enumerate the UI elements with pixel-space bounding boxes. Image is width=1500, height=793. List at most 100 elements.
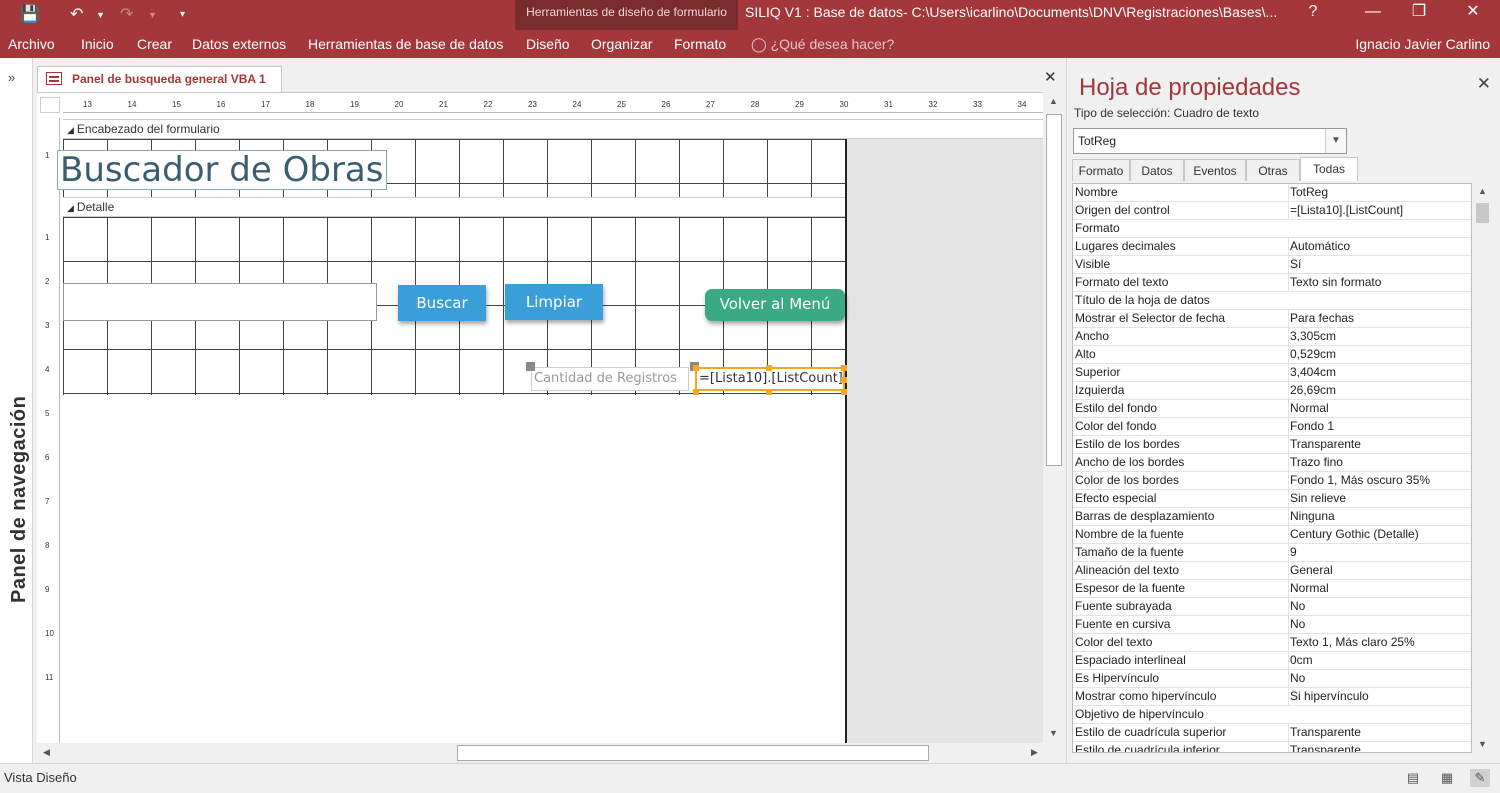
vertical-ruler[interactable]: 1 1 2 3 4 5 6 7 8 9 10 11: [40, 118, 60, 743]
property-grid-scrollbar[interactable]: ▲ ▼: [1474, 183, 1491, 753]
scroll-down-icon[interactable]: ▼: [1478, 739, 1487, 749]
search-textbox[interactable]: [63, 283, 377, 321]
object-selector[interactable]: TotReg ▼: [1073, 128, 1347, 154]
property-row[interactable]: Lugares decimales Automático: [1073, 238, 1471, 256]
property-value[interactable]: 26,69cm: [1288, 382, 1471, 399]
tab-formato-props[interactable]: Formato: [1072, 159, 1130, 181]
property-value[interactable]: No: [1288, 670, 1471, 687]
property-row[interactable]: Formato: [1073, 220, 1471, 238]
redo-dropdown-icon[interactable]: ▼: [148, 0, 157, 30]
form-design-canvas[interactable]: 13 14 15 16 17 18 19 20 21 22 23 24 25 26 27 28 29 30 31 32…: [37, 92, 1043, 743]
close-document-icon[interactable]: ✕: [1044, 68, 1057, 86]
property-value[interactable]: Fondo 1, Más oscuro 35%: [1288, 472, 1471, 489]
tab-formato[interactable]: Formato: [674, 30, 726, 58]
tab-inicio[interactable]: Inicio: [81, 30, 114, 58]
property-value[interactable]: Transparente: [1288, 742, 1471, 752]
save-icon[interactable]: 💾: [20, 0, 40, 30]
tab-diseno[interactable]: Diseño: [526, 30, 570, 58]
resize-handle[interactable]: [841, 389, 847, 395]
layout-view-icon[interactable]: ▦: [1437, 769, 1457, 787]
tab-organizar[interactable]: Organizar: [591, 30, 652, 58]
property-row[interactable]: Alineación del texto General: [1073, 562, 1471, 580]
property-value[interactable]: TotReg: [1288, 184, 1471, 201]
property-value[interactable]: 3,404cm: [1288, 364, 1471, 381]
search-button[interactable]: Buscar: [398, 285, 486, 321]
property-row[interactable]: Objetivo de hipervínculo: [1073, 706, 1471, 724]
close-icon[interactable]: ✕: [1450, 0, 1496, 24]
design-view-icon[interactable]: ✎: [1470, 769, 1490, 787]
property-row[interactable]: Título de la hoja de datos: [1073, 292, 1471, 310]
property-row[interactable]: Estilo de los bordes Transparente: [1073, 436, 1471, 454]
property-value[interactable]: Transparente: [1288, 724, 1471, 741]
tab-eventos[interactable]: Eventos: [1184, 159, 1246, 181]
property-value[interactable]: Automático: [1288, 238, 1471, 255]
property-row[interactable]: Visible Sí: [1073, 256, 1471, 274]
property-value[interactable]: 9: [1288, 544, 1471, 561]
property-value[interactable]: Transparente: [1288, 436, 1471, 453]
form-right-edge[interactable]: [845, 139, 847, 743]
form-selector[interactable]: [40, 97, 60, 113]
property-value[interactable]: No: [1288, 598, 1471, 615]
property-value[interactable]: No: [1288, 616, 1471, 633]
restore-icon[interactable]: ❐: [1396, 0, 1442, 24]
scroll-thumb[interactable]: [1476, 203, 1489, 223]
property-value[interactable]: Para fechas: [1288, 310, 1471, 327]
property-value[interactable]: Normal: [1288, 580, 1471, 597]
property-row[interactable]: Color del fondo Fondo 1: [1073, 418, 1471, 436]
property-value[interactable]: 3,305cm: [1288, 328, 1471, 345]
property-value[interactable]: Texto sin formato: [1288, 274, 1471, 291]
form-view-icon[interactable]: ▤: [1403, 769, 1423, 787]
property-row[interactable]: Tamaño de la fuente 9: [1073, 544, 1471, 562]
property-row[interactable]: Color del texto Texto 1, Más claro 25%: [1073, 634, 1471, 652]
resize-handle[interactable]: [693, 389, 699, 395]
property-value[interactable]: 0,529cm: [1288, 346, 1471, 363]
resize-handle[interactable]: [841, 365, 847, 371]
tab-herramientas-bd[interactable]: Herramientas de base de datos: [308, 30, 503, 58]
property-value[interactable]: General: [1288, 562, 1471, 579]
property-value[interactable]: Si hipervínculo: [1288, 688, 1471, 705]
tab-datos[interactable]: Datos: [1130, 159, 1184, 181]
tab-datos-externos[interactable]: Datos externos: [192, 30, 286, 58]
property-row[interactable]: Superior 3,404cm: [1073, 364, 1471, 382]
scroll-thumb[interactable]: [1046, 114, 1062, 466]
user-name[interactable]: Ignacio Javier Carlino: [1355, 30, 1490, 58]
property-row[interactable]: Es Hipervínculo No: [1073, 670, 1471, 688]
property-value[interactable]: Texto 1, Más claro 25%: [1288, 634, 1471, 651]
scroll-up-icon[interactable]: ▲: [1478, 186, 1487, 196]
record-count-label[interactable]: Cantidad de Registros: [531, 367, 689, 391]
nav-pane-title[interactable]: Panel de navegación: [8, 396, 31, 603]
tell-me-search[interactable]: ◯ ¿Qué desea hacer?: [751, 30, 894, 58]
clear-button[interactable]: Limpiar: [505, 284, 603, 320]
property-row[interactable]: Estilo del fondo Normal: [1073, 400, 1471, 418]
property-value[interactable]: Trazo fino: [1288, 454, 1471, 471]
property-row[interactable]: Mostrar como hipervínculo Si hipervínculo: [1073, 688, 1471, 706]
property-row[interactable]: Fuente subrayada No: [1073, 598, 1471, 616]
tab-archivo[interactable]: Archivo: [8, 30, 55, 58]
undo-icon[interactable]: ↶: [70, 0, 83, 30]
property-row[interactable]: Estilo de cuadrícula superior Transparent…: [1073, 724, 1471, 742]
property-value[interactable]: =[Lista10].[ListCount]: [1288, 202, 1471, 219]
help-button[interactable]: ?: [1290, 0, 1336, 24]
chevron-down-icon[interactable]: ▼: [1325, 129, 1346, 153]
canvas-vertical-scrollbar[interactable]: ▲ ▼: [1043, 92, 1065, 743]
scroll-right-icon[interactable]: ▶: [1031, 747, 1038, 758]
property-row[interactable]: Espaciado interlineal 0cm: [1073, 652, 1471, 670]
resize-handle[interactable]: [841, 377, 847, 383]
property-value[interactable]: 0cm: [1288, 652, 1471, 669]
property-row[interactable]: Fuente en cursiva No: [1073, 616, 1471, 634]
scroll-left-icon[interactable]: ◀: [43, 747, 50, 758]
tab-crear[interactable]: Crear: [137, 30, 172, 58]
property-row[interactable]: Nombre TotReg: [1073, 184, 1471, 202]
property-value[interactable]: Sí: [1288, 256, 1471, 273]
property-row[interactable]: Estilo de cuadrícula inferior Transparent…: [1073, 742, 1471, 752]
property-row[interactable]: Formato del texto Texto sin formato: [1073, 274, 1471, 292]
property-row[interactable]: Izquierda 26,69cm: [1073, 382, 1471, 400]
canvas-horizontal-scrollbar[interactable]: ◀ ▶: [37, 743, 1043, 763]
expand-nav-icon[interactable]: »: [8, 70, 15, 85]
property-row[interactable]: Nombre de la fuente Century Gothic (Detal…: [1073, 526, 1471, 544]
property-value[interactable]: Normal: [1288, 400, 1471, 417]
scroll-thumb[interactable]: [457, 745, 929, 761]
customize-qat-icon[interactable]: ▾: [180, 0, 185, 30]
property-row[interactable]: Alto 0,529cm: [1073, 346, 1471, 364]
property-row[interactable]: Origen del control =[Lista10].[ListCount]: [1073, 202, 1471, 220]
